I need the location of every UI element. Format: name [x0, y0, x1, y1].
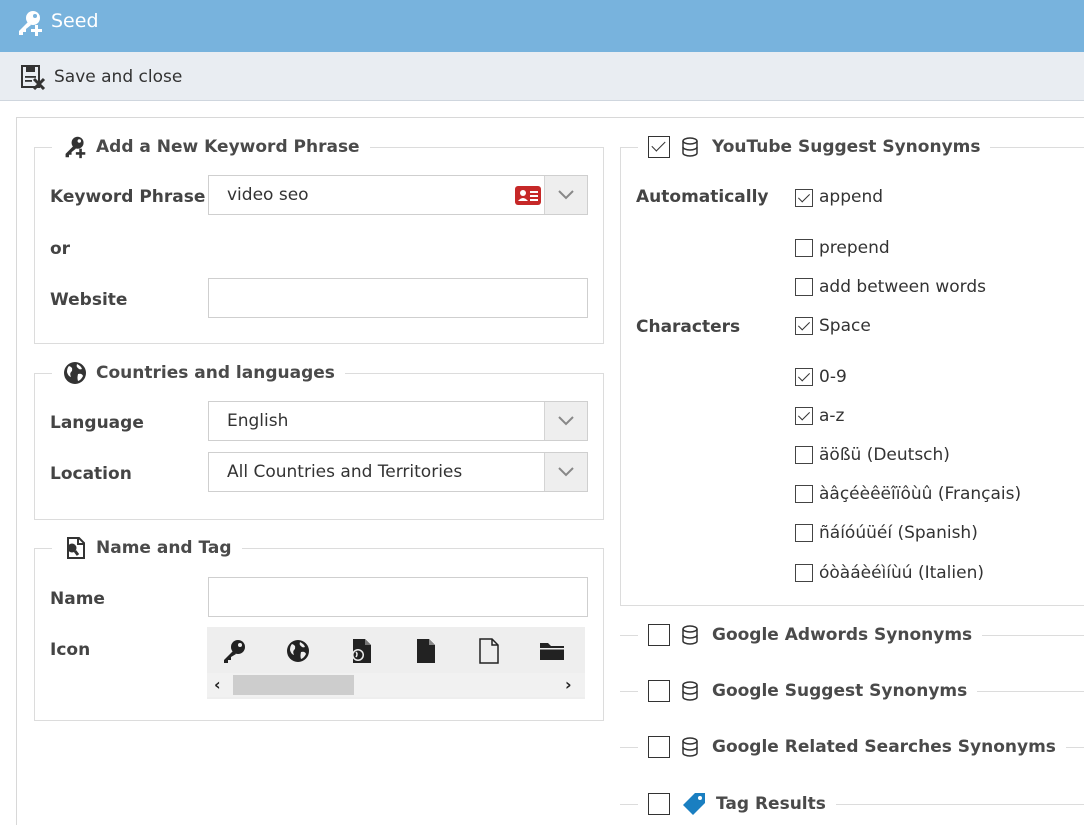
countries-section-legend: Countries and languages — [52, 358, 345, 388]
append-label: append — [819, 187, 884, 207]
toolbar: Save and close — [0, 52, 1084, 101]
name-tag-section-legend: Name and Tag — [52, 533, 242, 563]
name-input[interactable] — [208, 577, 588, 617]
keyword-phrase-combobox[interactable]: video seo — [208, 175, 588, 215]
letters-label: a-z — [819, 406, 845, 426]
tag-results-title: Tag Results — [716, 794, 826, 814]
google-adwords-checkbox[interactable] — [648, 624, 670, 646]
keyword-section-title: Add a New Keyword Phrase — [96, 137, 360, 157]
globe-icon[interactable] — [284, 637, 312, 665]
icon-label: Icon — [50, 640, 91, 660]
keyword-phrase-label: Keyword Phrase — [50, 187, 206, 207]
globe-icon — [62, 361, 88, 385]
window-title: Seed — [51, 10, 99, 32]
language-dropdown-button[interactable] — [544, 402, 587, 440]
google-related-section-header[interactable]: Google Related Searches Synonyms — [638, 732, 1066, 762]
deutsch-checkbox[interactable] — [795, 446, 813, 464]
scroll-left-arrow-icon[interactable]: ‹ — [214, 675, 221, 694]
database-icon — [682, 137, 698, 157]
location-label: Location — [50, 464, 132, 484]
file-globe-icon[interactable] — [348, 637, 376, 665]
space-label: Space — [819, 316, 871, 336]
spanish-checkbox[interactable] — [795, 524, 813, 542]
francais-checkbox[interactable] — [795, 485, 813, 503]
italien-label: óòàáèéìíùú (Italien) — [819, 563, 984, 583]
tag-results-checkbox[interactable] — [648, 793, 670, 815]
save-close-icon — [21, 65, 46, 90]
key-icon[interactable] — [220, 637, 248, 665]
key-plus-icon — [62, 135, 88, 159]
website-input[interactable] — [208, 278, 588, 318]
spanish-label: ñáíóúüéí (Spanish) — [819, 523, 978, 543]
website-label: Website — [50, 290, 128, 310]
google-suggest-checkbox[interactable] — [648, 680, 670, 702]
prepend-checkbox[interactable] — [795, 239, 813, 257]
language-select[interactable]: English — [208, 401, 588, 441]
chevron-down-icon — [558, 416, 574, 426]
folder-icon[interactable] — [538, 637, 566, 665]
countries-section: Countries and languages Language English… — [34, 358, 604, 520]
language-label: Language — [50, 413, 144, 433]
file-search-icon — [62, 536, 88, 560]
prepend-label: prepend — [819, 238, 890, 258]
location-value: All Countries and Territories — [227, 462, 463, 482]
tag-icon — [683, 793, 705, 815]
database-icon — [682, 681, 698, 701]
content-area: Add a New Keyword Phrase Keyword Phrase … — [16, 117, 1084, 825]
characters-label: Characters — [636, 317, 741, 337]
add-between-words-label: add between words — [819, 277, 986, 297]
language-value: English — [227, 411, 289, 431]
google-adwords-title: Google Adwords Synonyms — [712, 625, 973, 645]
youtube-section-header: YouTube Suggest Synonyms — [638, 132, 991, 162]
youtube-section-checkbox[interactable] — [648, 136, 670, 158]
google-related-checkbox[interactable] — [648, 736, 670, 758]
location-dropdown-button[interactable] — [544, 453, 587, 491]
file-outline-icon[interactable] — [475, 637, 503, 665]
location-select[interactable]: All Countries and Territories — [208, 452, 588, 492]
francais-label: àâçéèêëîïôùû (Français) — [819, 484, 1022, 504]
google-suggest-section-header[interactable]: Google Suggest Synonyms — [638, 676, 978, 706]
digits-label: 0-9 — [819, 367, 847, 387]
countries-section-title: Countries and languages — [96, 363, 335, 383]
chevron-down-icon — [558, 467, 574, 477]
automatically-label: Automatically — [636, 187, 769, 207]
italien-checkbox[interactable] — [795, 564, 813, 582]
database-icon — [682, 625, 698, 645]
space-checkbox[interactable] — [795, 317, 813, 335]
add-between-words-checkbox[interactable] — [795, 278, 813, 296]
google-suggest-title: Google Suggest Synonyms — [712, 681, 968, 701]
scroll-right-arrow-icon[interactable]: › — [565, 675, 572, 694]
file-icon[interactable] — [412, 637, 440, 665]
digits-checkbox[interactable] — [795, 368, 813, 386]
keyword-phrase-value: video seo — [227, 185, 309, 205]
key-plus-icon — [19, 11, 42, 36]
or-label: or — [50, 239, 71, 259]
icon-picker[interactable]: ‹ › — [207, 627, 585, 699]
name-tag-section-title: Name and Tag — [96, 538, 232, 558]
deutsch-label: äößü (Deutsch) — [819, 445, 950, 465]
icon-picker-scrollbar[interactable]: ‹ › — [207, 673, 585, 697]
youtube-section-title: YouTube Suggest Synonyms — [712, 137, 981, 157]
keyword-section-legend: Add a New Keyword Phrase — [52, 132, 370, 162]
keyword-dropdown-button[interactable] — [544, 176, 587, 214]
keyword-section: Add a New Keyword Phrase Keyword Phrase … — [34, 132, 604, 344]
scrollbar-thumb[interactable] — [233, 675, 354, 695]
database-icon — [682, 737, 698, 757]
tag-results-section-header[interactable]: Tag Results — [638, 789, 836, 819]
name-label: Name — [50, 589, 105, 609]
save-and-close-label: Save and close — [54, 67, 183, 87]
contact-card-icon[interactable] — [515, 186, 541, 205]
append-checkbox[interactable] — [795, 189, 813, 207]
letters-checkbox[interactable] — [795, 407, 813, 425]
chevron-down-icon — [558, 190, 574, 200]
google-adwords-section-header[interactable]: Google Adwords Synonyms — [638, 620, 983, 650]
save-and-close-button[interactable]: Save and close — [20, 63, 182, 91]
title-bar: Seed — [0, 0, 1084, 52]
google-related-title: Google Related Searches Synonyms — [712, 737, 1056, 757]
